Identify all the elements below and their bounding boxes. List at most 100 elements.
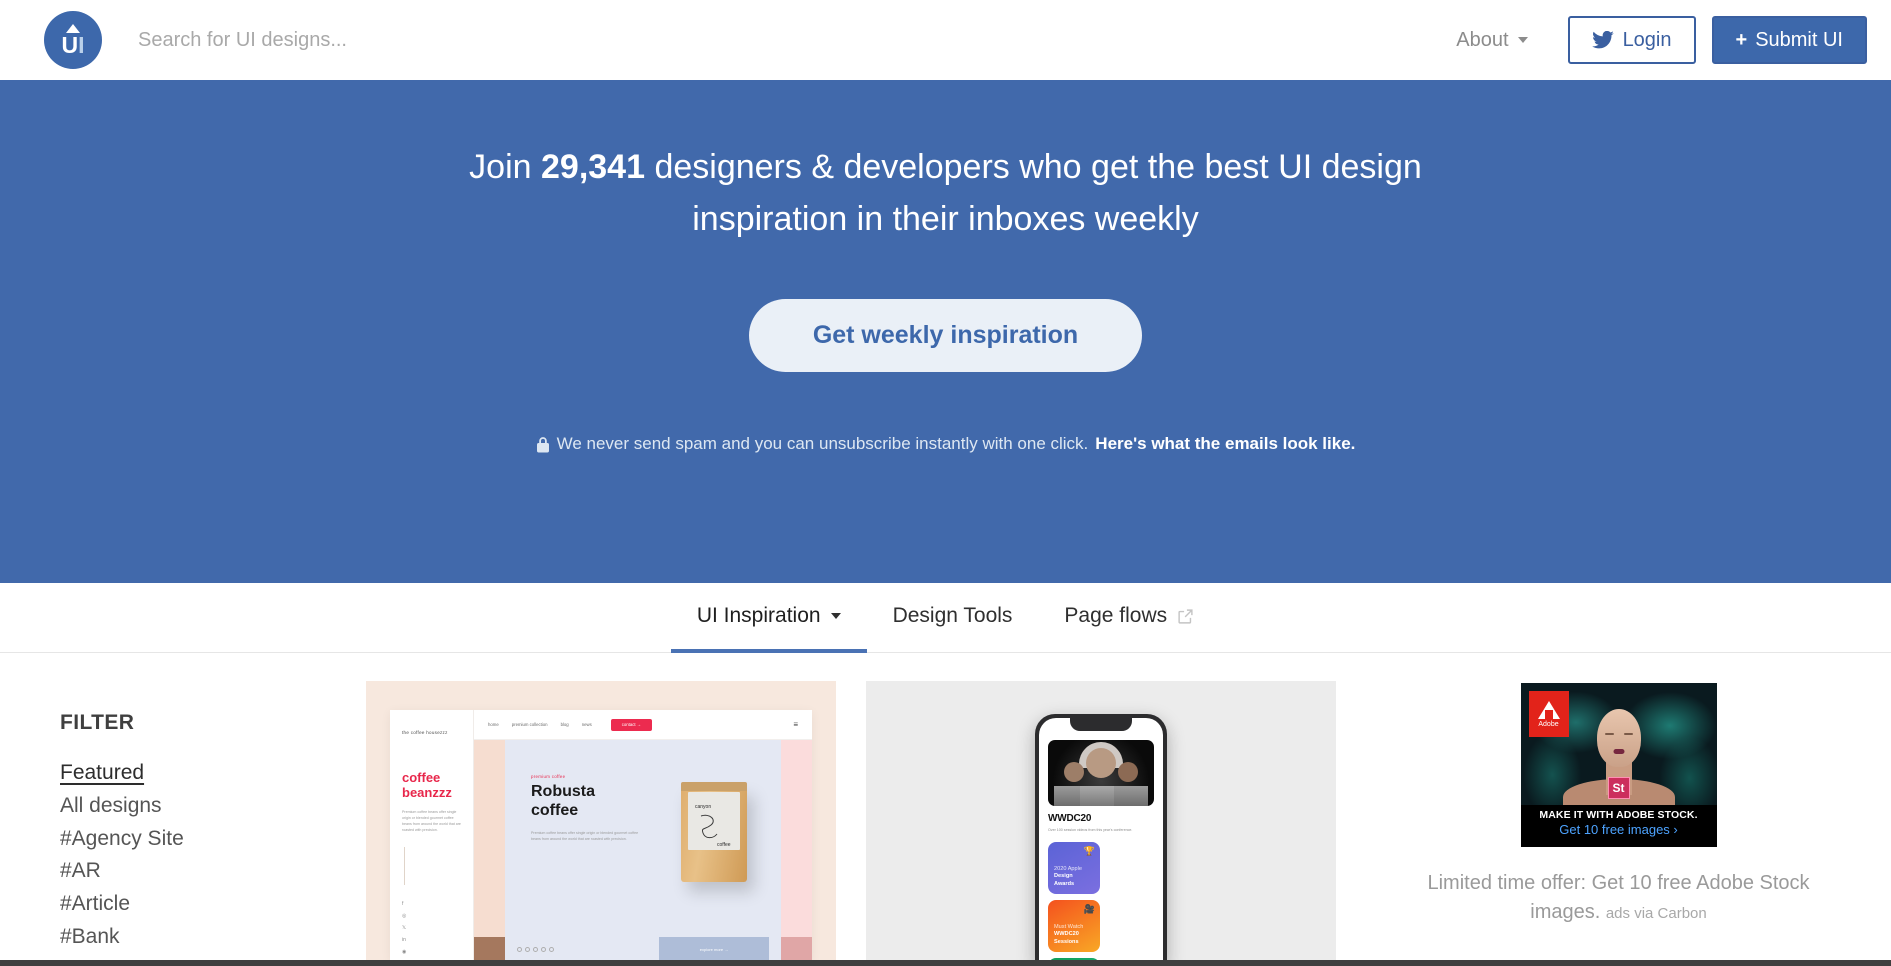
submit-ui-button[interactable]: + Submit UI — [1711, 16, 1867, 64]
email-preview-link[interactable]: Here's what the emails look like. — [1095, 434, 1355, 454]
trophy-icon: 🏆 — [1083, 845, 1095, 856]
site-header: UI About Login + Submit UI — [0, 0, 1891, 80]
wwdc-thumbnail: WWDC20 Over 100 session videos from this… — [866, 681, 1336, 961]
coffee-hero-panel: premium coffee Robusta coffee Premium cof… — [505, 740, 781, 961]
design-card-coffee[interactable]: the coffee housezzz coffee beanzzz Premi… — [366, 681, 836, 961]
tile-bold-label: Design Awards — [1054, 873, 1075, 887]
tab-ui-inspiration-label: UI Inspiration — [696, 604, 821, 627]
filter-sidebar: FILTER Featured All designs #Agency Site… — [0, 681, 366, 966]
sidebar-item-article[interactable]: #Article — [60, 888, 130, 921]
tab-design-tools[interactable]: Design Tools — [867, 583, 1039, 653]
ad-model-face — [1596, 709, 1641, 767]
coffee-pagination-dots — [517, 946, 554, 952]
bag-label-top: canyon — [695, 804, 712, 810]
ad-model-lips — [1613, 749, 1624, 754]
coffee-social-icons: f ◎ 𝕏 in ◉ — [402, 901, 464, 955]
filter-heading: FILTER — [60, 711, 135, 734]
coffee-stripe-left — [474, 740, 505, 961]
design-card-grid: the coffee housezzz coffee beanzzz Premi… — [366, 681, 1891, 966]
wwdc-tile-grid: 🏆 2020 Apple Design Awards 🎥 Must Watch … — [1048, 841, 1154, 961]
sidebar-item-all-designs[interactable]: All designs — [60, 790, 162, 823]
tab-page-flows[interactable]: Page flows — [1038, 583, 1220, 653]
wwdc-heading: WWDC20 — [1048, 813, 1092, 824]
coffee-hero-text: premium coffee Robusta coffee Premium cof… — [531, 774, 661, 961]
section-tabs: UI Inspiration Design Tools Page flows — [0, 583, 1891, 653]
adobe-wordmark: Adobe — [1538, 720, 1559, 728]
twitter-icon: 𝕏 — [402, 925, 407, 932]
tile-bold-label: WWDC20 Sessions — [1054, 931, 1079, 945]
iphone-mockup: WWDC20 Over 100 session videos from this… — [1035, 714, 1167, 961]
sidebar-item-agency-site[interactable]: #Agency Site — [60, 823, 184, 856]
external-link-icon — [1178, 608, 1193, 624]
twitter-icon — [1591, 31, 1614, 49]
wwdc-tile-must-watch: 🎥 Must Watch WWDC20 Sessions — [1048, 899, 1100, 952]
sidebar-item-ar[interactable]: #AR — [60, 855, 101, 888]
person-left — [1064, 762, 1084, 782]
divider — [404, 847, 405, 886]
coffee-title: coffee beanzzz — [402, 770, 452, 800]
design-card-wwdc[interactable]: WWDC20 Over 100 session videos from this… — [866, 681, 1336, 961]
chevron-down-icon — [1517, 37, 1528, 43]
coffee-nav-collection: premium collection — [511, 722, 548, 727]
coffee-thumbnail: the coffee housezzz coffee beanzzz Premi… — [366, 681, 836, 961]
adobe-stock-badge: St — [1607, 777, 1630, 799]
person-right — [1118, 762, 1138, 782]
wwdc-hero-image — [1048, 740, 1154, 806]
coffee-stripe-right — [781, 740, 812, 961]
sidebar-item-bank[interactable]: #Bank — [60, 921, 120, 954]
main-content: FILTER Featured All designs #Agency Site… — [0, 653, 1891, 966]
tab-ui-inspiration[interactable]: UI Inspiration — [670, 583, 867, 653]
linkedin-icon: in — [402, 937, 406, 944]
sidebar-item-featured[interactable]: Featured — [60, 757, 144, 790]
coffee-nav-home: home — [488, 722, 499, 727]
coffee-browser-mock: the coffee housezzz coffee beanzzz Premi… — [390, 710, 812, 961]
adobe-stock-ad-banner[interactable]: Adobe St MAKE IT WITH ADOBE STOCK. Get 1… — [1520, 683, 1717, 847]
ad-caption: Limited time offer: Get 10 free Adobe St… — [1404, 869, 1834, 927]
coffee-bag-image: canyon coffee — [681, 782, 747, 882]
search-input[interactable] — [138, 18, 1441, 62]
spam-disclaimer: We never send spam and you can unsubscri… — [0, 434, 1891, 454]
about-menu[interactable]: About — [1440, 19, 1543, 62]
adobe-a-icon — [1537, 700, 1560, 719]
wwdc-tile-design-awards: 🏆 2020 Apple Design Awards — [1048, 841, 1100, 894]
coffee-hero-stage: premium coffee Robusta coffee Premium cof… — [474, 740, 812, 961]
hero-headline: Join 29,341 designers & developers who g… — [441, 142, 1451, 245]
laptop-right — [1114, 786, 1148, 806]
hero-headline-pre: Join — [469, 148, 541, 186]
login-button[interactable]: Login — [1567, 16, 1696, 64]
adobe-logo: Adobe — [1528, 691, 1569, 737]
ad-text-strip: MAKE IT WITH ADOBE STOCK. Get 10 free im… — [1520, 805, 1717, 847]
header-actions: About Login + Submit UI — [1440, 16, 1867, 64]
coffee-nav-news: news — [581, 722, 592, 727]
coffee-main: home premium collection blog news contac… — [474, 710, 812, 961]
ad-cta-link[interactable]: Get 10 free images › — [1521, 822, 1717, 837]
site-logo[interactable]: UI — [44, 11, 102, 69]
instagram-icon: ◎ — [402, 913, 407, 920]
bag-label-bottom: coffee — [717, 842, 731, 848]
person-center — [1086, 748, 1116, 778]
phone-notch — [1070, 718, 1132, 731]
coffee-nav-blog: blog — [560, 722, 569, 727]
coffee-brand: the coffee housezzz — [402, 730, 448, 735]
newsletter-hero: Join 29,341 designers & developers who g… — [0, 80, 1891, 583]
spam-disclaimer-text: We never send spam and you can unsubscri… — [556, 434, 1089, 454]
tab-page-flows-label: Page flows — [1064, 604, 1168, 627]
about-label: About — [1456, 28, 1509, 51]
coffee-contact-button: contact → — [610, 718, 653, 731]
lock-icon — [536, 436, 549, 453]
squiggle-icon — [700, 814, 718, 839]
video-camera-icon: 🎥 — [1083, 903, 1095, 914]
ad-model-eye-left — [1604, 733, 1614, 735]
tile-soft-label: 2020 Apple — [1054, 866, 1082, 873]
coffee-heading: Robusta coffee — [531, 783, 595, 819]
submit-ui-label: Submit UI — [1755, 28, 1843, 51]
coffee-footer-bar: explore more → — [505, 937, 781, 961]
plus-icon: + — [1735, 29, 1748, 51]
logo-text: UI — [61, 31, 85, 58]
ad-provider-label[interactable]: ads via Carbon — [1606, 905, 1707, 922]
chevron-down-icon — [830, 613, 841, 619]
facebook-icon: f — [402, 901, 404, 908]
coffee-nav: home premium collection blog news contac… — [474, 710, 812, 740]
get-weekly-inspiration-button[interactable]: Get weekly inspiration — [748, 299, 1143, 373]
hero-headline-post: designers & developers who get the best … — [645, 148, 1422, 238]
